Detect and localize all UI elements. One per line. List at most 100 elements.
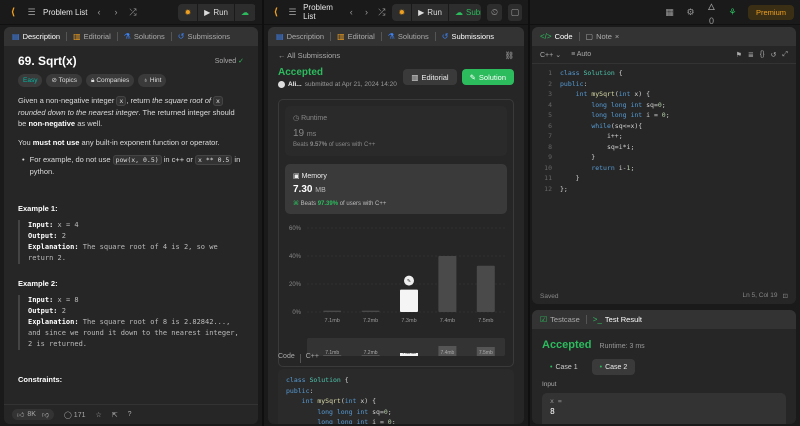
code-header: Code C++ <box>278 353 319 363</box>
streak-fire-icon[interactable]: 🜂︎ 0 <box>706 0 717 26</box>
mini-x-label: 7.5mb <box>479 350 493 356</box>
note-icon[interactable]: ▢ <box>507 3 523 21</box>
tab-submissions[interactable]: ↺ Submissions <box>174 27 234 46</box>
timer-icon[interactable]: ⏲ <box>487 3 502 21</box>
list-icon[interactable]: ☰ <box>26 7 37 18</box>
note-icon: ▢ <box>585 32 594 41</box>
star-icon[interactable]: ☆ <box>95 411 101 419</box>
tab-note[interactable]: ▢ Note × <box>582 27 624 46</box>
settings-gear-icon[interactable]: ⚙ <box>685 7 696 18</box>
editorial-button[interactable]: ▥ Editorial <box>403 69 457 85</box>
memory-card[interactable]: ▣ Memory 7.30 MB ⌘ Beats 97.39% of users… <box>285 164 507 214</box>
share-icon[interactable]: ⇱ <box>112 411 118 419</box>
case-2-button[interactable]: • Case 2 <box>591 359 636 375</box>
difficulty-chip[interactable]: Easy <box>18 74 43 87</box>
tab-solutions[interactable]: ⚗ Solutions <box>384 27 433 46</box>
solution-button[interactable]: ✎ Solution <box>461 69 514 85</box>
link-icon[interactable]: ⛓ <box>504 51 514 60</box>
problem-list-link[interactable]: Problem List <box>303 3 341 21</box>
memory-distribution-chart[interactable]: 60% 40% 20% 0% 7.1mb 7.2mb 7.3mb ✎ 7.4mb 7.5mb 7.1… <box>279 218 515 368</box>
runtime-beats: Beats 9.57% of users with C++ <box>293 142 376 148</box>
x-tick-label: 7.2mb <box>363 318 378 324</box>
back-link[interactable]: ← All Submissions <box>278 51 340 60</box>
problem-title: 69. Sqrt(x) <box>18 54 77 68</box>
debug-button[interactable]: ✹ <box>178 3 199 21</box>
description-paragraph-1: Given a non-negative integer x, return t… <box>18 96 235 128</box>
thumbs-up-icon: 👍︎ <box>17 412 25 419</box>
chart-bar <box>323 310 342 312</box>
tab-divider <box>116 32 118 41</box>
list-icon[interactable]: ☰ <box>288 7 297 18</box>
tab-divider <box>66 32 68 41</box>
problem-list-link[interactable]: Problem List <box>43 8 87 17</box>
case-1-button[interactable]: • Case 1 <box>542 359 586 375</box>
y-tick-label: 40% <box>289 254 302 260</box>
test-result-panel: ☑ Testcase >_ Test Result Accepted Runtime… <box>532 310 796 424</box>
editor-code[interactable]: class Solution { public: int mySqrt(int … <box>560 68 670 194</box>
problem-title-row: 69. Sqrt(x) Solved ✓ <box>18 54 244 68</box>
language-select[interactable]: C++ ⌄ <box>540 51 561 59</box>
submit-button[interactable]: ☁Submit <box>448 3 482 21</box>
tab-testcase[interactable]: ☑ Testcase <box>536 310 584 329</box>
hint-chip[interactable]: ♁ Hint <box>138 74 167 87</box>
runtime-card[interactable]: ◷ Runtime 19 ms Beats 9.57% of users wit… <box>285 106 507 156</box>
chevron-right-icon[interactable]: › <box>362 7 371 17</box>
document-icon: ▤ <box>276 32 284 41</box>
solved-badge: Solved ✓ <box>214 58 244 65</box>
chevron-left-icon[interactable]: ‹ <box>347 7 356 17</box>
bug-icon[interactable]: ⚘ <box>727 7 738 18</box>
x-tick-label: 7.4mb <box>440 318 455 324</box>
tab-code[interactable]: </> Code <box>536 27 577 46</box>
bookmark-icon[interactable]: ⚑ <box>736 51 742 59</box>
cloud-upload-icon: ☁ <box>241 7 249 17</box>
leetcode-logo-icon[interactable]: ⟨ <box>270 5 282 19</box>
run-toolbar: ✹ ▶Run ☁Submit <box>392 3 482 21</box>
submission-header: ← All Submissions ⛓ <box>268 46 524 64</box>
chart-bar <box>438 256 457 312</box>
clock-icon: ◷ <box>293 115 300 122</box>
tab-divider <box>578 32 580 41</box>
braces-icon[interactable]: {} <box>760 51 765 59</box>
auto-indicator[interactable]: ≡ Auto <box>571 51 591 58</box>
chevron-right-icon[interactable]: › <box>110 7 121 17</box>
tab-description[interactable]: ▤ Description <box>272 27 328 46</box>
tab-test-result[interactable]: >_ Test Result <box>589 310 646 329</box>
help-icon[interactable]: ? <box>128 411 132 418</box>
leetcode-logo-icon[interactable]: ⟨ <box>6 5 20 19</box>
mini-x-label: 7.2mb <box>364 350 378 356</box>
tab-divider <box>380 32 382 41</box>
layout-icon[interactable]: ▦ <box>664 7 675 18</box>
history-icon: ↺ <box>177 32 185 41</box>
companies-chip[interactable]: 🔒︎ Companies <box>86 74 135 87</box>
comments-button[interactable]: ◯ 171 <box>64 411 85 419</box>
reset-icon[interactable]: ↺ <box>771 51 777 59</box>
tab-editorial[interactable]: ▥ Editorial <box>69 27 115 46</box>
collapse-icon[interactable]: ⊡ <box>783 292 788 300</box>
expand-icon[interactable]: ⤢ <box>782 51 788 59</box>
check-circle-icon: ✓ <box>238 58 244 65</box>
tab-solutions[interactable]: ⚗ Solutions <box>120 27 169 46</box>
terminal-icon: >_ <box>592 315 602 324</box>
like-button[interactable]: 👍︎ 8K 👎︎ <box>12 409 54 420</box>
tab-description[interactable]: ▤ Description <box>8 27 64 46</box>
close-icon[interactable]: × <box>615 32 619 41</box>
debug-button[interactable]: ✹ <box>392 3 413 21</box>
code-editor[interactable]: 1 2 3 4 5 6 7 8 9 10 11 12 class Solutio… <box>532 64 796 198</box>
top-bar: ⟨ ☰ Problem List ‹ › ⤮ ✹ ▶ Run ☁ <box>0 0 262 25</box>
topics-chip[interactable]: ⊘ Topics <box>46 74 83 87</box>
run-button[interactable]: ▶ Run <box>198 3 235 21</box>
run-button[interactable]: ▶ Run <box>412 3 449 21</box>
shuffle-icon[interactable]: ⤮ <box>377 7 386 18</box>
code-brackets-icon: </> <box>540 32 552 41</box>
tab-editorial[interactable]: ▥ Editorial <box>333 27 379 46</box>
format-icon[interactable]: ≣ <box>748 51 754 59</box>
submission-code: class Solution { public: int mySqrt(int … <box>286 376 396 424</box>
shuffle-icon[interactable]: ⤮ <box>127 7 138 18</box>
avatar[interactable] <box>278 81 285 88</box>
tab-submissions[interactable]: ↺ Submissions <box>438 27 498 46</box>
example-2-title: Example 2: <box>18 279 58 288</box>
chevron-left-icon[interactable]: ‹ <box>93 7 104 17</box>
submit-button[interactable]: ☁ <box>235 3 256 21</box>
premium-button[interactable]: Premium <box>747 4 794 20</box>
top-bar: ▦ ⚙ 🜂︎ 0 ⚘ Premium <box>530 0 800 26</box>
